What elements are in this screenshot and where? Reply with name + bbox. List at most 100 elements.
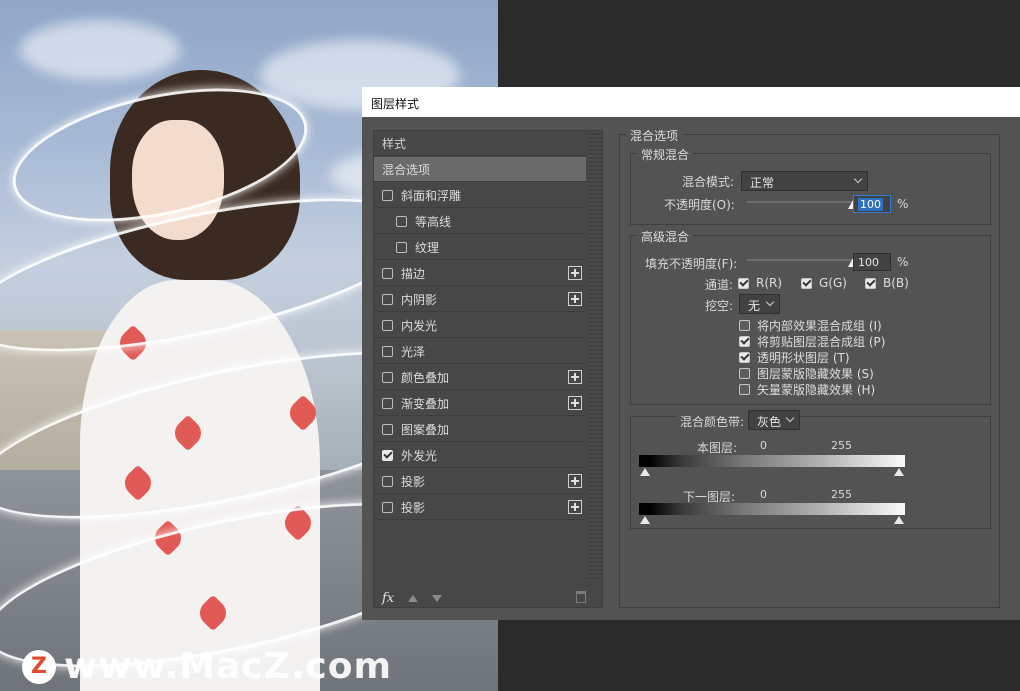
layer-style-dialog: 图层样式 样式 混合选项斜面和浮雕等高线纹理描边内阴影内发光光泽颜色叠加渐变叠加…: [362, 87, 1020, 620]
add-icon[interactable]: [568, 396, 582, 410]
style-item-label: 描边: [401, 266, 426, 281]
this-layer-max: 255: [831, 439, 852, 452]
move-down-icon[interactable]: [432, 594, 443, 602]
fill-opacity-slider[interactable]: [747, 259, 853, 261]
style-item[interactable]: 等高线: [374, 209, 586, 234]
channels-label: 通道:: [705, 278, 734, 292]
watermark-logo-icon: Z: [22, 649, 56, 684]
blend-if-select[interactable]: 灰色: [748, 410, 800, 430]
dialog-titlebar[interactable]: 图层样式: [362, 87, 1020, 117]
checkbox-icon[interactable]: [382, 449, 393, 461]
channel-b-checkbox[interactable]: B(B): [865, 276, 909, 290]
style-item-label: 混合选项: [382, 162, 431, 177]
blend-options-panel: 混合选项 常规混合 混合模式: 正常 不透明度(O): 100 % 高级混合 填…: [619, 127, 1000, 608]
chevron-down-icon: [853, 174, 863, 184]
styles-panel: 样式 混合选项斜面和浮雕等高线纹理描边内阴影内发光光泽颜色叠加渐变叠加 图案叠加外…: [373, 130, 603, 608]
style-item-label: 等高线: [415, 214, 452, 229]
checkbox-icon: [801, 277, 812, 289]
style-item[interactable]: 纹理: [374, 235, 586, 260]
styles-header[interactable]: 样式: [374, 131, 586, 156]
add-icon[interactable]: [568, 292, 582, 306]
blend-mode-select[interactable]: 正常: [741, 171, 868, 191]
style-item[interactable]: 投影: [374, 469, 586, 494]
general-blending-title: 常规混合: [637, 146, 694, 163]
style-item[interactable]: 内阴影: [374, 287, 586, 312]
style-item[interactable]: 斜面和浮雕: [374, 183, 586, 208]
style-item[interactable]: 描边: [374, 261, 586, 286]
style-item-label: 外发光: [401, 448, 438, 463]
fill-opacity-input[interactable]: 100: [853, 253, 891, 271]
add-icon[interactable]: [568, 500, 582, 514]
style-item-label: 纹理: [415, 240, 440, 255]
add-icon[interactable]: [568, 370, 582, 384]
blend-interior-effects-checkbox[interactable]: 将内部效果混合成组 (I): [739, 317, 882, 334]
knockout-select[interactable]: 无: [739, 294, 780, 314]
style-item[interactable]: 内发光: [374, 313, 586, 338]
style-item-label: 内阴影: [401, 292, 438, 307]
styles-scrollbar[interactable]: [588, 131, 602, 581]
chevron-down-icon: [785, 413, 795, 423]
checkbox-icon[interactable]: [382, 475, 393, 487]
opacity-input[interactable]: 100: [853, 195, 891, 213]
advanced-blending-group: 高级混合 填充不透明度(F): 100 % 通道: R(R) G(G) B(B)…: [630, 228, 991, 405]
checkbox-icon[interactable]: [382, 501, 393, 513]
checkbox-icon[interactable]: [382, 189, 393, 201]
fill-opacity-unit: %: [897, 255, 909, 269]
vector-mask-hides-checkbox[interactable]: 矢量蒙版隐藏效果 (H): [739, 381, 875, 398]
checkbox-icon[interactable]: [382, 293, 393, 305]
chevron-down-icon: [765, 297, 775, 307]
style-item[interactable]: 投影: [374, 495, 586, 520]
watermark-text: www.MacZ.com: [64, 646, 392, 687]
checkbox-icon: [739, 336, 750, 347]
checkbox-icon: [739, 320, 750, 331]
style-item-label: 投影: [401, 474, 426, 489]
dialog-title: 图层样式: [371, 97, 420, 111]
channel-g-checkbox[interactable]: G(G): [801, 276, 847, 290]
add-icon[interactable]: [568, 474, 582, 488]
checkbox-icon[interactable]: [382, 423, 393, 435]
style-item[interactable]: 外发光: [374, 443, 586, 468]
style-item-label: 斜面和浮雕: [401, 188, 462, 203]
style-item[interactable]: 光泽: [374, 339, 586, 364]
underlying-layer-black-slider[interactable]: [640, 516, 650, 524]
underlying-layer-gradient: [639, 503, 905, 515]
checkbox-icon: [738, 277, 749, 289]
blend-if-group: 混合颜色带: 灰色 本图层: 0 255 下一图层: 0 255: [630, 410, 991, 529]
move-up-icon[interactable]: [408, 594, 419, 602]
checkbox-icon: [739, 368, 750, 379]
checkbox-icon[interactable]: [382, 397, 393, 409]
checkbox-icon[interactable]: [382, 267, 393, 279]
this-layer-black-slider[interactable]: [640, 468, 650, 476]
checkbox-icon[interactable]: [396, 215, 407, 227]
layer-mask-hides-checkbox[interactable]: 图层蒙版隐藏效果 (S): [739, 365, 874, 382]
checkbox-icon: [865, 277, 876, 289]
checkbox-icon[interactable]: [396, 241, 407, 253]
fx-icon[interactable]: fx: [382, 591, 394, 606]
transparency-shapes-checkbox[interactable]: 透明形状图层 (T): [739, 349, 850, 366]
cloud: [20, 20, 180, 80]
knockout-label: 挖空:: [705, 299, 734, 313]
opacity-label: 不透明度(O):: [664, 198, 735, 212]
style-item[interactable]: 图案叠加: [374, 417, 586, 442]
this-layer-label: 本图层:: [697, 441, 738, 455]
style-item[interactable]: 渐变叠加: [374, 391, 586, 416]
checkbox-icon[interactable]: [382, 345, 393, 357]
fill-opacity-label: 填充不透明度(F):: [645, 257, 738, 271]
checkbox-icon[interactable]: [382, 371, 393, 383]
style-item-label: 内发光: [401, 318, 438, 333]
add-icon[interactable]: [568, 266, 582, 280]
channel-r-checkbox[interactable]: R(R): [738, 276, 782, 290]
style-item-label: 投影: [401, 500, 426, 515]
underlying-layer-white-slider[interactable]: [894, 516, 904, 524]
blend-mode-label: 混合模式:: [682, 175, 735, 189]
this-layer-white-slider[interactable]: [894, 468, 904, 476]
trash-icon[interactable]: [576, 591, 586, 603]
style-item[interactable]: 颜色叠加: [374, 365, 586, 390]
blend-clipped-layers-checkbox[interactable]: 将剪贴图层混合成组 (P): [739, 333, 885, 350]
general-blending-group: 常规混合 混合模式: 正常 不透明度(O): 100 %: [630, 146, 991, 225]
opacity-slider[interactable]: [747, 201, 853, 203]
style-item[interactable]: 混合选项: [374, 157, 586, 182]
watermark: Z www.MacZ.com: [22, 646, 392, 687]
style-item-label: 颜色叠加: [401, 370, 450, 385]
checkbox-icon[interactable]: [382, 319, 393, 331]
